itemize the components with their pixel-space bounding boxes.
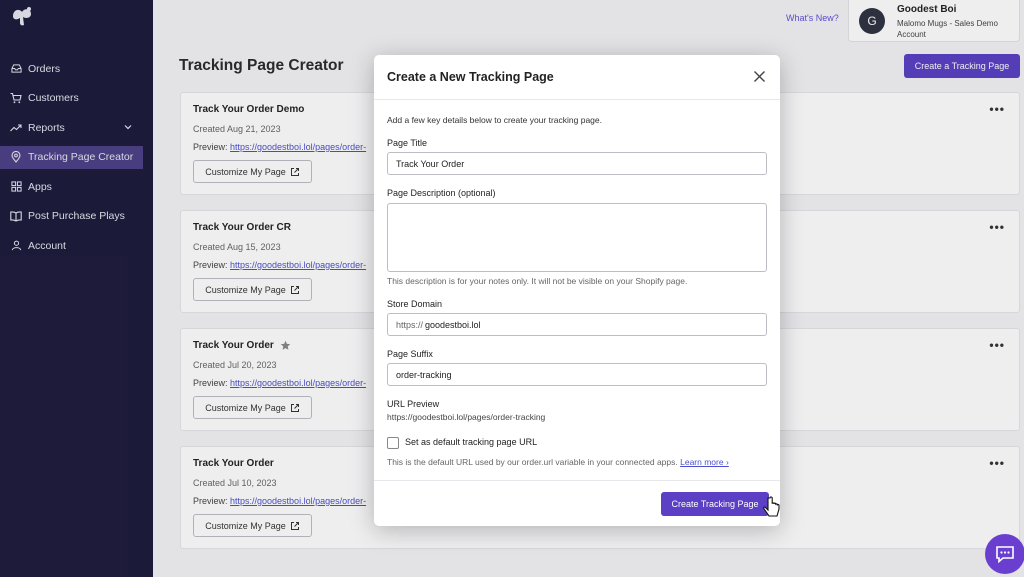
chat-support-button[interactable] bbox=[985, 534, 1024, 574]
url-preview-label: URL Preview bbox=[387, 399, 440, 409]
description-hint: This description is for your notes only.… bbox=[387, 276, 688, 286]
store-domain-value: goodestboi.lol bbox=[425, 319, 481, 330]
page-suffix-input[interactable]: order-tracking bbox=[387, 363, 767, 386]
chat-icon bbox=[996, 546, 1014, 564]
modal-title: Create a New Tracking Page bbox=[387, 70, 554, 84]
page-title-label: Page Title bbox=[387, 138, 428, 148]
store-domain-prefix: https:// bbox=[396, 319, 424, 330]
default-url-checkbox-label[interactable]: Set as default tracking page URL bbox=[405, 437, 537, 447]
mouse-pointer-icon bbox=[763, 496, 780, 517]
page-suffix-label: Page Suffix bbox=[387, 349, 433, 359]
store-domain-input[interactable]: https://goodestboi.lol bbox=[387, 313, 767, 336]
url-preview-value: https://goodestboi.lol/pages/order-track… bbox=[387, 412, 546, 422]
page-title-value: Track Your Order bbox=[396, 158, 465, 169]
learn-more-link[interactable]: Learn more › bbox=[680, 457, 729, 467]
close-icon[interactable] bbox=[753, 70, 766, 83]
default-url-checkbox[interactable] bbox=[387, 437, 399, 449]
page-description-textarea[interactable] bbox=[387, 203, 767, 272]
modal-footer-divider bbox=[374, 480, 780, 481]
default-url-hint: This is the default URL used by our orde… bbox=[387, 457, 729, 467]
create-tracking-page-submit-button[interactable]: Create Tracking Page bbox=[661, 492, 769, 516]
page-description-label: Page Description (optional) bbox=[387, 188, 496, 198]
default-url-hint-text: This is the default URL used by our orde… bbox=[387, 457, 678, 467]
modal-intro: Add a few key details below to create yo… bbox=[387, 115, 602, 125]
create-tracking-page-modal: Create a New Tracking Page Add a few key… bbox=[374, 55, 780, 526]
store-domain-label: Store Domain bbox=[387, 299, 443, 309]
page-suffix-value: order-tracking bbox=[396, 369, 452, 380]
page-title-input[interactable]: Track Your Order bbox=[387, 152, 767, 175]
modal-header: Create a New Tracking Page bbox=[374, 55, 780, 100]
